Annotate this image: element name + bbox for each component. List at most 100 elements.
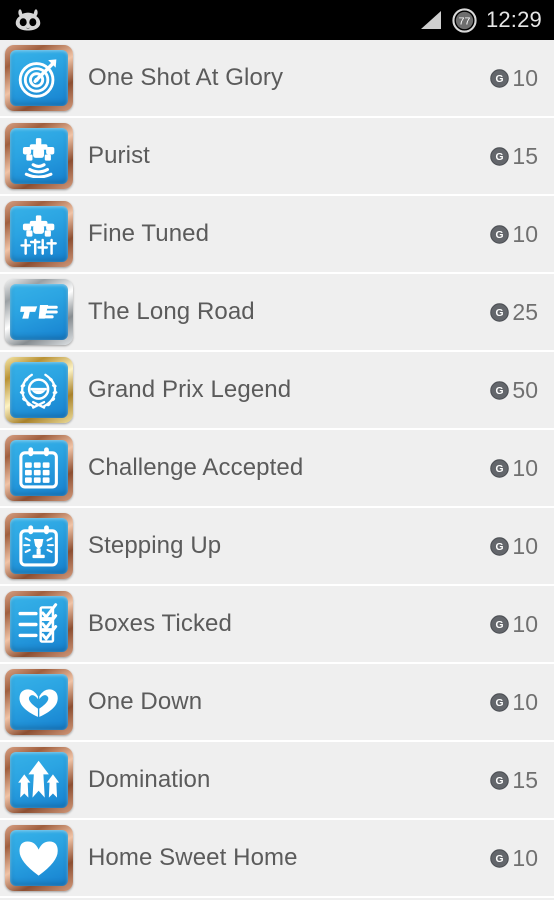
badge-frame-bronze bbox=[5, 45, 73, 111]
points-g-icon: G bbox=[490, 614, 510, 634]
status-bar-system-icons: 77 12:29 bbox=[418, 7, 542, 33]
achievement-row[interactable]: Boxes Ticked G 10 bbox=[0, 586, 554, 664]
points-value: 10 bbox=[512, 454, 538, 481]
badge-frame-bronze bbox=[5, 435, 73, 501]
achievement-row[interactable]: Home Sweet Home G 10 bbox=[0, 820, 554, 898]
achievement-points: G 10 bbox=[490, 844, 554, 871]
svg-text:G: G bbox=[496, 620, 504, 631]
badge-frame-bronze bbox=[5, 123, 73, 189]
checklist-icon bbox=[10, 596, 68, 652]
points-value: 15 bbox=[512, 766, 538, 793]
badge-frame-silver bbox=[5, 279, 73, 345]
three-up-arrows-icon bbox=[10, 752, 68, 808]
points-g-icon: G bbox=[490, 536, 510, 556]
achievement-badge bbox=[0, 430, 78, 506]
points-value: 10 bbox=[512, 844, 538, 871]
points-g-icon: G bbox=[490, 224, 510, 244]
achievement-row[interactable]: Domination G 15 bbox=[0, 742, 554, 820]
achievement-points: G 50 bbox=[490, 376, 554, 403]
points-value: 10 bbox=[512, 688, 538, 715]
achievement-points: G 10 bbox=[490, 688, 554, 715]
badge-frame-bronze bbox=[5, 513, 73, 579]
achievement-list[interactable]: One Shot At Glory G 10 Purist G 15 Fine Tuned G… bbox=[0, 40, 554, 900]
achievement-title: Challenge Accepted bbox=[88, 454, 304, 481]
achievement-title: Boxes Ticked bbox=[88, 610, 232, 637]
laurel-wreath-icon bbox=[10, 362, 68, 418]
points-value: 15 bbox=[512, 142, 538, 169]
badge-frame-bronze bbox=[5, 591, 73, 657]
badge-frame-bronze bbox=[5, 747, 73, 813]
badge-frame-bronze bbox=[5, 201, 73, 267]
achievement-title: Fine Tuned bbox=[88, 220, 210, 247]
achievement-badge bbox=[0, 508, 78, 584]
f1-logo-icon bbox=[10, 284, 68, 340]
achievement-points: G 10 bbox=[490, 64, 554, 91]
achievement-row[interactable]: Challenge Accepted G 10 bbox=[0, 430, 554, 508]
status-bar: 77 12:29 bbox=[0, 0, 554, 40]
achievement-badge bbox=[0, 40, 78, 116]
points-value: 10 bbox=[512, 610, 538, 637]
achievement-title: Home Sweet Home bbox=[88, 844, 298, 871]
achievement-title: One Shot At Glory bbox=[88, 64, 284, 91]
heart-icon bbox=[10, 830, 68, 886]
status-bar-clock: 12:29 bbox=[485, 7, 542, 32]
badge-frame-gold bbox=[5, 357, 73, 423]
svg-text:G: G bbox=[496, 776, 504, 787]
battery-level-text: 77 bbox=[459, 15, 471, 27]
achievement-points: G 10 bbox=[490, 454, 554, 481]
svg-text:G: G bbox=[496, 698, 504, 709]
achievement-row[interactable]: Fine Tuned G 10 bbox=[0, 196, 554, 274]
target-arrow-icon bbox=[10, 50, 68, 106]
race-car-sliders-icon bbox=[10, 206, 68, 262]
points-value: 10 bbox=[512, 220, 538, 247]
points-value: 50 bbox=[512, 376, 538, 403]
achievement-title: One Down bbox=[88, 688, 203, 715]
achievement-title: Stepping Up bbox=[88, 532, 222, 559]
svg-text:G: G bbox=[496, 230, 504, 241]
achievement-points: G 25 bbox=[490, 298, 554, 325]
badge-frame-bronze bbox=[5, 669, 73, 735]
cyanogenmod-logo-icon bbox=[15, 9, 41, 31]
achievement-points: G 10 bbox=[490, 532, 554, 559]
hands-heart-icon bbox=[10, 674, 68, 730]
achievement-title: Domination bbox=[88, 766, 211, 793]
achievement-row[interactable]: One Shot At Glory G 10 bbox=[0, 40, 554, 118]
achievement-points: G 15 bbox=[490, 766, 554, 793]
svg-text:G: G bbox=[496, 386, 504, 397]
points-g-icon: G bbox=[490, 146, 510, 166]
achievement-points: G 10 bbox=[490, 220, 554, 247]
achievement-row[interactable]: The Long Road G 25 bbox=[0, 274, 554, 352]
achievement-points: G 15 bbox=[490, 142, 554, 169]
svg-text:G: G bbox=[496, 152, 504, 163]
achievement-badge bbox=[0, 118, 78, 194]
points-g-icon: G bbox=[490, 770, 510, 790]
points-g-icon: G bbox=[490, 692, 510, 712]
achievement-badge bbox=[0, 664, 78, 740]
achievement-title: The Long Road bbox=[88, 298, 255, 325]
achievement-badge bbox=[0, 742, 78, 818]
calendar-icon bbox=[10, 440, 68, 496]
points-g-icon: G bbox=[490, 302, 510, 322]
points-value: 25 bbox=[512, 298, 538, 325]
svg-text:G: G bbox=[496, 464, 504, 475]
points-g-icon: G bbox=[490, 458, 510, 478]
points-g-icon: G bbox=[490, 68, 510, 88]
points-value: 10 bbox=[512, 532, 538, 559]
achievement-row[interactable]: One Down G 10 bbox=[0, 664, 554, 742]
status-bar-notifications bbox=[14, 9, 42, 31]
svg-text:G: G bbox=[496, 74, 504, 85]
achievement-row[interactable]: Stepping Up G 10 bbox=[0, 508, 554, 586]
achievement-badge bbox=[0, 196, 78, 272]
battery-circle-icon: 77 bbox=[452, 7, 477, 33]
achievement-badge bbox=[0, 274, 78, 350]
svg-text:G: G bbox=[496, 854, 504, 865]
achievement-points: G 10 bbox=[490, 610, 554, 637]
svg-text:G: G bbox=[496, 308, 504, 319]
achievement-badge bbox=[0, 820, 78, 896]
points-value: 10 bbox=[512, 64, 538, 91]
achievement-badge bbox=[0, 586, 78, 662]
achievement-row[interactable]: Purist G 15 bbox=[0, 118, 554, 196]
achievement-row[interactable]: Grand Prix Legend G 50 bbox=[0, 352, 554, 430]
achievement-title: Purist bbox=[88, 142, 150, 169]
achievement-badge bbox=[0, 352, 78, 428]
